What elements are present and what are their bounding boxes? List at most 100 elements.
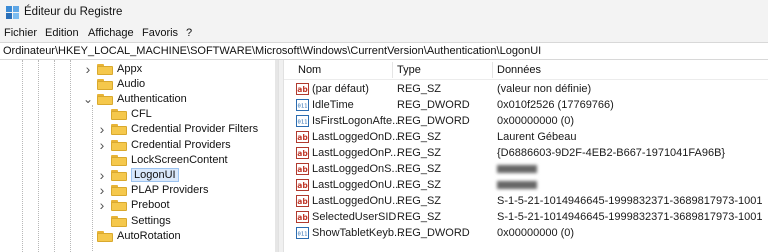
tree-item[interactable]: › Preboot (97, 197, 170, 213)
value-name: LastLoggedOnD... (312, 131, 402, 143)
chevron-right-icon[interactable]: › (97, 137, 107, 153)
tree-item[interactable]: › LogonUI (97, 167, 179, 183)
svg-text:ab: ab (297, 181, 308, 190)
folder-icon (97, 78, 113, 90)
window-title: Éditeur du Registre (24, 6, 123, 18)
svg-text:ab: ab (297, 149, 308, 158)
value-name: LastLoggedOnS... (312, 163, 401, 175)
value-row[interactable]: ab LastLoggedOnP... REG_SZ {D6886603-9D2F-4… (284, 145, 768, 161)
tree-item[interactable]: › Appx (83, 61, 143, 77)
value-name: LastLoggedOnU... (312, 179, 402, 191)
svg-text:ab: ab (297, 85, 308, 94)
value-name: ShowTabletKeyb... (312, 227, 404, 239)
value-row[interactable]: 011 IdleTime REG_DWORD 0x010f2526 (17769766… (284, 97, 768, 113)
chevron-right-icon[interactable]: › (97, 167, 107, 183)
tree-item-label: Audio (117, 77, 146, 90)
value-row[interactable]: ab SelectedUserSID REG_SZ S-1-5-21-10149466… (284, 209, 768, 225)
tree-item[interactable]: › Credential Provider Filters (97, 121, 259, 137)
value-data: 0x00000000 (0) (497, 115, 575, 127)
menu-edition[interactable]: Edition (45, 27, 79, 39)
chevron-right-icon[interactable]: › (97, 121, 107, 137)
tree-item-label: Preboot (131, 199, 170, 212)
value-type: REG_DWORD (397, 227, 470, 239)
value-type: REG_DWORD (397, 115, 470, 127)
address-bar[interactable]: Ordinateur\HKEY_LOCAL_MACHINE\SOFTWARE\M… (0, 42, 768, 60)
value-name: (par défaut) (312, 83, 369, 95)
value-row[interactable]: ab LastLoggedOnD... REG_SZ Laurent Gébeau (284, 129, 768, 145)
tree-item-label: PLAP Providers (131, 184, 209, 197)
column-header-type[interactable]: Type (397, 64, 421, 76)
value-name: SelectedUserSID (312, 211, 397, 223)
column-divider[interactable] (492, 62, 493, 78)
value-row[interactable]: ab LastLoggedOnU... REG_SZ S-1-5-21-1014946… (284, 193, 768, 209)
tree-item-label: Authentication (117, 92, 187, 105)
value-data: {D6886603-9D2F-4EB2-B667-1971041FA96B} (497, 147, 726, 159)
tree-item-label: CFL (131, 108, 152, 121)
folder-icon (111, 123, 127, 136)
string-value-icon: ab (296, 163, 309, 175)
tree-item-label: Settings (131, 214, 171, 227)
menu-affichage[interactable]: Affichage (88, 27, 134, 39)
registry-editor-icon (6, 6, 19, 19)
chevron-right-icon[interactable]: › (97, 182, 107, 198)
value-name: IdleTime (312, 99, 354, 111)
menu-bar: Fichier Edition Affichage Favoris ? (0, 26, 768, 42)
title-bar: Éditeur du Registre (0, 0, 768, 26)
string-value-icon: ab (296, 179, 309, 191)
svg-text:ab: ab (297, 133, 308, 142)
column-header-name[interactable]: Nom (298, 64, 321, 76)
value-row[interactable]: 011 IsFirstLogonAfte... REG_DWORD 0x0000000… (284, 113, 768, 129)
svg-text:011: 011 (298, 232, 308, 238)
tree-item[interactable]: LockScreenContent (97, 152, 228, 167)
tree-item[interactable]: ⌄ Authentication (83, 91, 187, 106)
menu-favoris[interactable]: Favoris (142, 27, 178, 39)
value-type: REG_SZ (397, 131, 442, 143)
tree-item[interactable]: CFL (97, 107, 152, 122)
tree-item[interactable]: › PLAP Providers (97, 182, 209, 198)
svg-text:ab: ab (297, 197, 308, 206)
string-value-icon: ab (296, 147, 309, 159)
tree-guide-line (38, 60, 39, 252)
menu-help[interactable]: ? (186, 27, 192, 39)
value-type: REG_SZ (397, 147, 442, 159)
tree-item-label: AutoRotation (117, 229, 181, 242)
value-row[interactable]: ab LastLoggedOnU... REG_SZ (284, 177, 768, 193)
value-name: IsFirstLogonAfte... (312, 115, 402, 127)
value-row[interactable]: ab LastLoggedOnS... REG_SZ (284, 161, 768, 177)
tree-guide-line (54, 60, 55, 252)
tree-item-label: Appx (117, 62, 143, 75)
tree-item-label: LockScreenContent (131, 153, 228, 166)
chevron-right-icon[interactable]: › (83, 61, 93, 77)
value-type: REG_DWORD (397, 99, 470, 111)
redacted-value-data (497, 179, 537, 192)
svg-text:ab: ab (297, 213, 308, 222)
menu-fichier[interactable]: Fichier (4, 27, 37, 39)
folder-icon (111, 154, 127, 166)
svg-text:ab: ab (297, 165, 308, 174)
value-type: REG_SZ (397, 83, 442, 95)
tree-guide-line (70, 60, 71, 252)
tree-item[interactable]: › Credential Providers (97, 137, 231, 153)
tree-item[interactable]: Audio (83, 76, 145, 91)
values-list-pane[interactable]: Nom Type Données ab (par défaut) REG_SZ (va… (284, 60, 768, 252)
value-name: LastLoggedOnU... (312, 195, 402, 207)
chevron-right-icon[interactable]: › (97, 197, 107, 213)
folder-icon (111, 108, 127, 121)
value-data: Laurent Gébeau (497, 131, 577, 143)
folder-icon (111, 139, 127, 151)
chevron-down-icon[interactable]: ⌄ (83, 92, 93, 106)
value-row[interactable]: 011 ShowTabletKeyb... REG_DWORD 0x00000000 … (284, 225, 768, 241)
folder-icon (97, 63, 113, 75)
tree-item[interactable]: AutoRotation (83, 228, 181, 243)
value-row[interactable]: ab (par défaut) REG_SZ (valeur non définie) (284, 81, 768, 97)
tree-item-label: LogonUI (131, 167, 179, 182)
column-header-data[interactable]: Données (497, 64, 541, 76)
key-tree-pane[interactable]: › Appx Audio ⌄ Authentication CFL › Credential … (0, 60, 278, 252)
value-type: REG_SZ (397, 211, 442, 223)
dword-value-icon: 011 (296, 115, 309, 127)
tree-item[interactable]: Settings (97, 213, 171, 228)
value-type: REG_SZ (397, 195, 442, 207)
column-divider[interactable] (392, 62, 393, 78)
